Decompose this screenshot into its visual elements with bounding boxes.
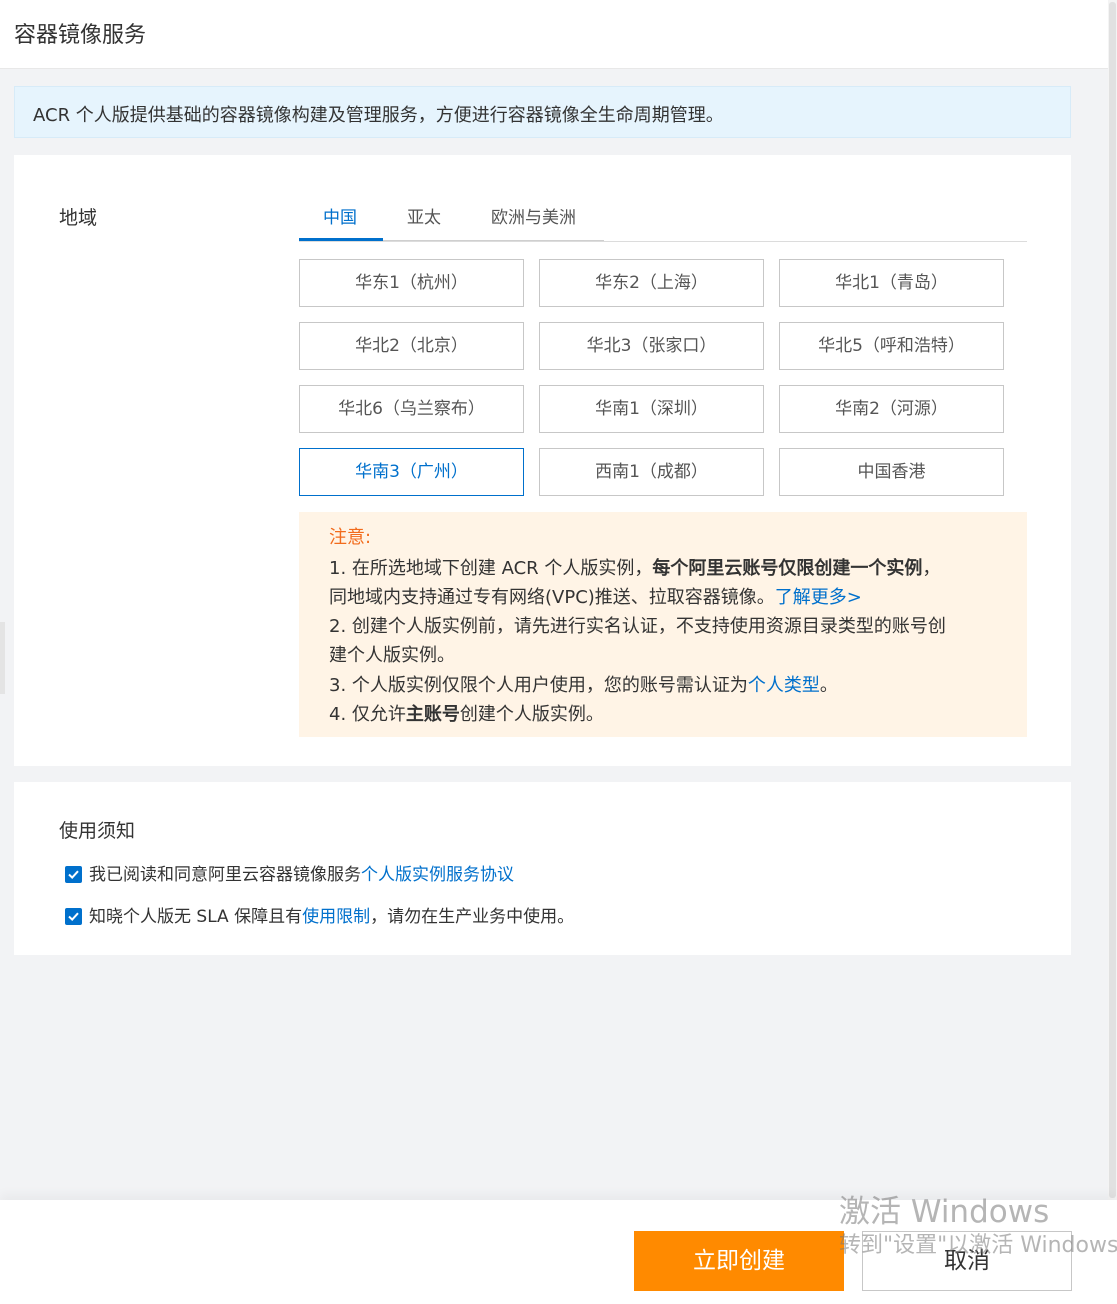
activation-watermark-title: 激活 Windows bbox=[839, 1194, 1050, 1230]
check-icon bbox=[68, 870, 79, 880]
top-bar: 容器镜像服务 bbox=[0, 0, 1108, 69]
warning-text: 4. 仅允许 bbox=[329, 704, 406, 725]
region-option[interactable]: 华南2（河源） bbox=[779, 385, 1004, 433]
scrollbar-thumb[interactable] bbox=[1109, 2, 1116, 1198]
check-icon bbox=[68, 912, 79, 922]
notice-card: 使用须知 我已阅读和同意阿里云容器镜像服务个人版实例服务协议 知晓个人版无 SL… bbox=[14, 782, 1071, 955]
agreement-text: 我已阅读和同意阿里云容器镜像服务 bbox=[89, 865, 361, 885]
tab-china[interactable]: 中国 bbox=[323, 203, 357, 228]
personal-type-link[interactable]: 个人类型 bbox=[748, 675, 820, 696]
region-card: 地域 中国 亚太 欧洲与美洲 华东1（杭州） 华东2（上海） 华北1（青岛） 华… bbox=[14, 155, 1071, 766]
warning-text: 创建个人版实例。 bbox=[459, 704, 604, 725]
warning-text: ， bbox=[922, 558, 941, 579]
warning-text: 同地域内支持通过专有网络(VPC)推送、拉取容器镜像。 bbox=[329, 587, 775, 608]
warning-text: 。 bbox=[819, 675, 838, 696]
region-option[interactable]: 华北1（青岛） bbox=[779, 259, 1004, 307]
warning-title: 注意: bbox=[329, 527, 372, 548]
region-tabs: 中国 亚太 欧洲与美洲 bbox=[299, 195, 1027, 242]
warning-bold-text: 主账号 bbox=[405, 704, 460, 725]
scrollbar-track[interactable] bbox=[1108, 0, 1117, 1200]
service-agreement-link[interactable]: 个人版实例服务协议 bbox=[361, 865, 514, 885]
tab-asia-pacific[interactable]: 亚太 bbox=[407, 203, 441, 228]
page-title: 容器镜像服务 bbox=[14, 23, 147, 48]
warning-line-3: 2. 创建个人版实例前，请先进行实名认证，不支持使用资源目录类型的账号创 bbox=[329, 616, 946, 637]
sla-checkbox[interactable] bbox=[65, 908, 82, 925]
activation-watermark-subtitle: 转到"设置"以激活 Windows。 bbox=[839, 1233, 1117, 1258]
region-option[interactable]: 华东1（杭州） bbox=[299, 259, 524, 307]
agreement-checkbox[interactable] bbox=[65, 866, 82, 883]
region-option[interactable]: 华北5（呼和浩特） bbox=[779, 322, 1004, 370]
warning-line-2: 同地域内支持通过专有网络(VPC)推送、拉取容器镜像。了解更多> bbox=[329, 583, 862, 609]
warning-line-5: 3. 个人版实例仅限个人用户使用，您的账号需认证为个人类型。 bbox=[329, 671, 838, 697]
tab-bar-line bbox=[383, 240, 604, 241]
notice-title: 使用须知 bbox=[59, 820, 136, 842]
warning-line-4: 建个人版实例。 bbox=[329, 645, 455, 666]
info-banner-text: ACR 个人版提供基础的容器镜像构建及管理服务，方便进行容器镜像全生命周期管理。 bbox=[33, 105, 724, 126]
region-option[interactable]: 华北3（张家口） bbox=[539, 322, 764, 370]
sla-row: 知晓个人版无 SLA 保障且有使用限制，请勿在生产业务中使用。 bbox=[65, 902, 574, 927]
region-option-selected[interactable]: 华南3（广州） bbox=[299, 448, 524, 496]
active-tab-indicator bbox=[299, 238, 383, 241]
warning-line-1: 1. 在所选地域下创建 ACR 个人版实例，每个阿里云账号仅限创建一个实例， bbox=[329, 554, 940, 580]
tab-europe-americas[interactable]: 欧洲与美洲 bbox=[491, 203, 576, 228]
region-option[interactable]: 中国香港 bbox=[779, 448, 1004, 496]
region-option[interactable]: 华东2（上海） bbox=[539, 259, 764, 307]
region-option[interactable]: 华北6（乌兰察布） bbox=[299, 385, 524, 433]
sla-tail-text: ，请勿在生产业务中使用。 bbox=[370, 907, 575, 927]
warning-bold-text: 每个阿里云账号仅限创建一个实例 bbox=[652, 558, 923, 579]
usage-limits-link[interactable]: 使用限制 bbox=[302, 907, 370, 927]
create-now-button[interactable]: 立即创建 bbox=[634, 1231, 844, 1291]
region-option[interactable]: 华南1（深圳） bbox=[539, 385, 764, 433]
region-option[interactable]: 西南1（成都） bbox=[539, 448, 764, 496]
warning-line-6: 4. 仅允许主账号创建个人版实例。 bbox=[329, 700, 604, 726]
agreement-row: 我已阅读和同意阿里云容器镜像服务个人版实例服务协议 bbox=[65, 860, 514, 885]
learn-more-link[interactable]: 了解更多> bbox=[775, 587, 862, 608]
side-handle[interactable] bbox=[0, 622, 5, 694]
region-option[interactable]: 华北2（北京） bbox=[299, 322, 524, 370]
region-label: 地域 bbox=[59, 207, 98, 229]
info-banner: ACR 个人版提供基础的容器镜像构建及管理服务，方便进行容器镜像全生命周期管理。 bbox=[14, 86, 1071, 138]
warning-text: 3. 个人版实例仅限个人用户使用，您的账号需认证为 bbox=[329, 675, 748, 696]
warning-text: 1. 在所选地域下创建 ACR 个人版实例， bbox=[329, 558, 653, 579]
warning-box: 注意: 1. 在所选地域下创建 ACR 个人版实例，每个阿里云账号仅限创建一个实… bbox=[299, 512, 1027, 737]
sla-text: 知晓个人版无 SLA 保障且有 bbox=[89, 907, 303, 927]
